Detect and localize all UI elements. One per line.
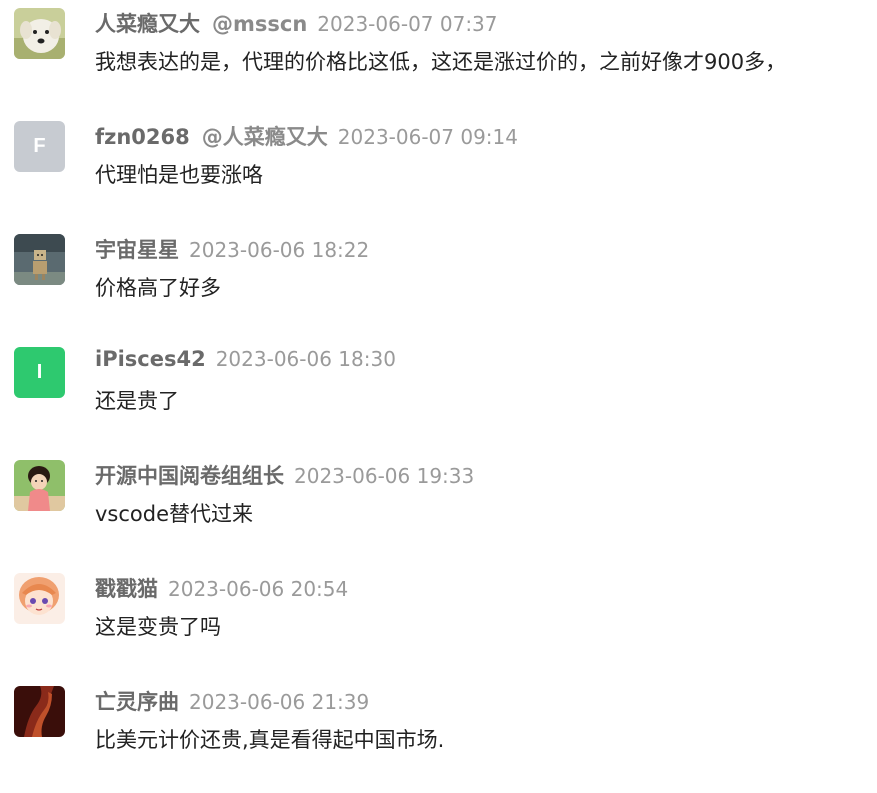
timestamp: 2023-06-07 09:14: [337, 125, 518, 149]
username[interactable]: 人菜瘾又大: [95, 8, 200, 38]
comment-text: 比美元计价还贵,真是看得起中国市场.: [95, 728, 445, 752]
username[interactable]: 开源中国阅卷组组长: [95, 460, 284, 490]
comment-item: 亡灵序曲 2023-06-06 21:39 比美元计价还贵,真是看得起中国市场.: [0, 680, 877, 793]
mention-link[interactable]: @msscn: [212, 12, 307, 36]
timestamp: 2023-06-06 18:30: [215, 347, 396, 371]
comment-item: F fzn0268 @人菜瘾又大 2023-06-07 09:14 代理怕是也要…: [0, 115, 877, 228]
timestamp: 2023-06-06 21:39: [189, 690, 370, 714]
timestamp: 2023-06-06 20:54: [168, 577, 349, 601]
username[interactable]: fzn0268: [95, 125, 190, 149]
comment-text: 还是贵了: [95, 389, 179, 413]
dog-photo-avatar[interactable]: [14, 8, 65, 59]
comment-item: 宇宙星星 2023-06-06 18:22 价格高了好多: [0, 228, 877, 341]
comment-item: 戳戳猫 2023-06-06 20:54 这是变贵了吗: [0, 567, 877, 680]
comment-text: vscode替代过来: [95, 502, 254, 526]
mention-link[interactable]: @人菜瘾又大: [202, 121, 328, 151]
comment-item: 人菜瘾又大 @msscn 2023-06-07 07:37 我想表达的是，代理的…: [0, 2, 877, 115]
comment-item: 开源中国阅卷组组长 2023-06-06 19:33 vscode替代过来: [0, 454, 877, 567]
robot-figure-avatar[interactable]: [14, 234, 65, 285]
timestamp: 2023-06-07 07:37: [317, 12, 498, 36]
comment-text: 这是变贵了吗: [95, 615, 221, 639]
username[interactable]: 戳戳猫: [95, 573, 158, 603]
timestamp: 2023-06-06 18:22: [189, 238, 370, 262]
letter-avatar[interactable]: I: [14, 347, 65, 398]
letter-avatar[interactable]: F: [14, 121, 65, 172]
child-photo-avatar[interactable]: [14, 460, 65, 511]
username[interactable]: 亡灵序曲: [95, 686, 179, 716]
username[interactable]: 宇宙星星: [95, 234, 179, 264]
dark-red-abstract-avatar[interactable]: [14, 686, 65, 737]
comment-text: 我想表达的是，代理的价格比这低，这还是涨过价的，之前好像才900多，: [95, 50, 787, 74]
comment-text: 代理怕是也要涨咯: [95, 163, 263, 187]
comment-text: 价格高了好多: [95, 276, 221, 300]
comment-item: I iPisces42 2023-06-06 18:30 还是贵了: [0, 341, 877, 454]
anime-girl-avatar[interactable]: [14, 573, 65, 624]
timestamp: 2023-06-06 19:33: [294, 464, 475, 488]
username[interactable]: iPisces42: [95, 347, 206, 371]
